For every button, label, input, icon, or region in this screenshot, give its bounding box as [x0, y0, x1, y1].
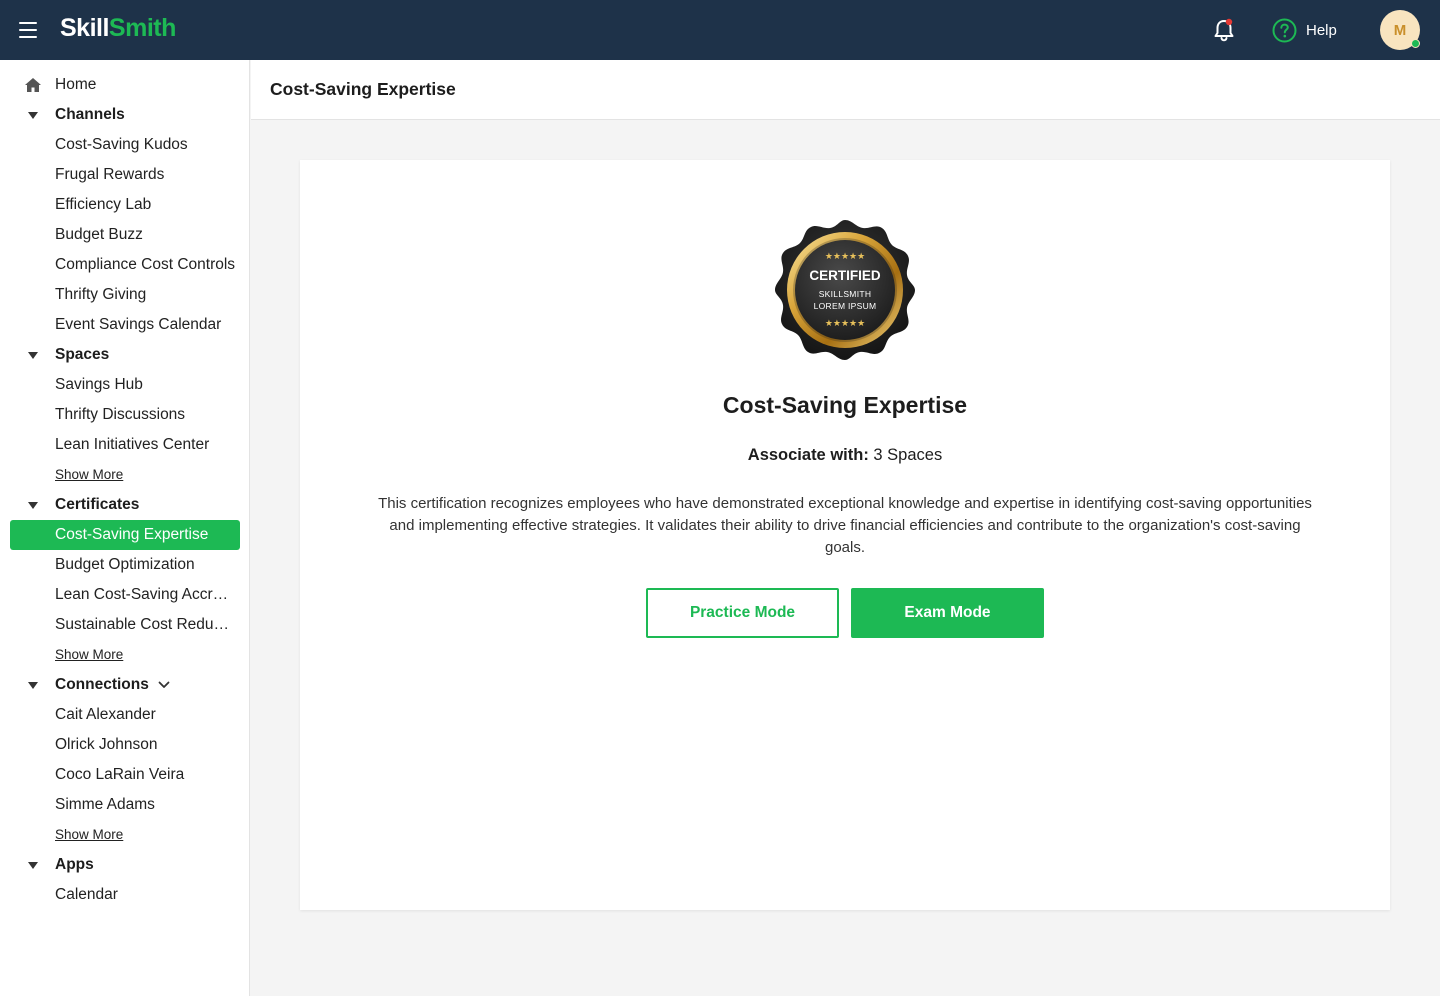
sidebar-item-connection[interactable]: Cait Alexander [10, 700, 240, 730]
question-circle-icon [1272, 18, 1297, 42]
page-header: Cost-Saving Expertise [251, 60, 1440, 120]
practice-mode-button[interactable]: Practice Mode [646, 588, 839, 638]
badge-stars-top: ★★★★★ [825, 252, 865, 262]
section-apps[interactable]: Apps [10, 850, 240, 880]
sidebar: Home Channels Cost-Saving Kudos Frugal R… [0, 60, 250, 996]
online-status-dot [1411, 39, 1420, 48]
sidebar-item-space[interactable]: Lean Initiatives Center [10, 430, 240, 460]
caret-down-icon [28, 112, 38, 119]
certificates-show-more-link[interactable]: Show More [55, 647, 123, 662]
caret-down-icon [28, 682, 38, 689]
chevron-down-icon[interactable] [158, 681, 170, 689]
associate-label: Associate with: [747, 446, 869, 464]
section-channels[interactable]: Channels [10, 100, 240, 130]
connections-show-more-link[interactable]: Show More [55, 827, 123, 842]
sidebar-item-app[interactable]: Calendar [10, 880, 240, 910]
sidebar-item-space[interactable]: Thrifty Discussions [10, 400, 240, 430]
sidebar-item-home[interactable]: Home [10, 70, 240, 100]
certificate-description: This certification recognizes employees … [378, 495, 1312, 556]
bell-icon[interactable] [1211, 17, 1237, 43]
home-icon [25, 78, 41, 92]
badge-line2: LOREM IPSUM [814, 301, 877, 311]
badge-title: CERTIFIED [809, 268, 881, 283]
badge-line1: SKILLSMITH [819, 289, 872, 299]
certified-badge-icon: ★★★★★ CERTIFIED SKILLSMITH LOREM IPSUM ★… [775, 220, 915, 360]
caret-down-icon [28, 352, 38, 359]
section-spaces[interactable]: Spaces [10, 340, 240, 370]
associate-info: Associate with: 3 Spaces [300, 446, 1390, 465]
certificate-title: Cost-Saving Expertise [722, 392, 968, 418]
associate-value: 3 Spaces [873, 446, 943, 464]
help-label: Help [1306, 21, 1337, 39]
sidebar-item-channel[interactable]: Compliance Cost Controls [10, 250, 240, 280]
sidebar-item-channel[interactable]: Budget Buzz [10, 220, 240, 250]
sidebar-item-channel[interactable]: Thrifty Giving [10, 280, 240, 310]
sidebar-item-certificate[interactable]: Lean Cost-Saving Accreditation [10, 580, 240, 610]
sidebar-item-connection[interactable]: Olrick Johnson [10, 730, 240, 760]
section-certificates[interactable]: Certificates [10, 490, 240, 520]
avatar-initial: M [1393, 21, 1407, 39]
sidebar-item-channel[interactable]: Efficiency Lab [10, 190, 240, 220]
avatar[interactable]: M [1380, 10, 1420, 50]
sidebar-item-connection[interactable]: Simme Adams [10, 790, 240, 820]
help-button[interactable]: Help [1272, 17, 1337, 43]
badge-stars-bottom: ★★★★★ [825, 319, 865, 329]
sidebar-item-certificate[interactable]: Budget Optimization [10, 550, 240, 580]
sidebar-item-certificate-active[interactable]: Cost-Saving Expertise [10, 520, 240, 550]
app-logo[interactable]: SkillSmith [60, 14, 176, 43]
sidebar-item-channel[interactable]: Frugal Rewards [10, 160, 240, 190]
spaces-show-more-link[interactable]: Show More [55, 467, 123, 482]
sidebar-item-connection[interactable]: Coco LaRain Veira [10, 760, 240, 790]
caret-down-icon [28, 862, 38, 869]
sidebar-item-channel[interactable]: Event Savings Calendar [10, 310, 240, 340]
page-title: Cost-Saving Expertise [270, 79, 456, 99]
section-connections[interactable]: Connections [10, 670, 240, 700]
exam-mode-button[interactable]: Exam Mode [851, 588, 1044, 638]
top-bar: SkillSmith Help M [0, 0, 1440, 60]
sidebar-item-channel[interactable]: Cost-Saving Kudos [10, 130, 240, 160]
sidebar-item-certificate[interactable]: Sustainable Cost Reduction [10, 610, 240, 640]
certificate-card: ★★★★★ CERTIFIED SKILLSMITH LOREM IPSUM ★… [300, 160, 1390, 910]
sidebar-item-space[interactable]: Savings Hub [10, 370, 240, 400]
caret-down-icon [28, 502, 38, 509]
menu-icon[interactable] [19, 22, 37, 38]
